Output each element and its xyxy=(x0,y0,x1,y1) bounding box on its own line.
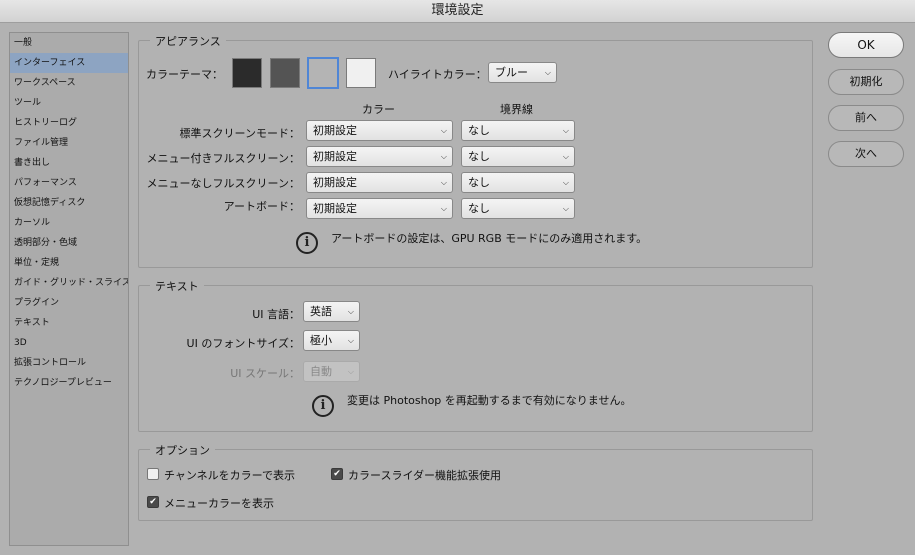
sidebar-item[interactable]: ファイル管理 xyxy=(10,133,128,153)
color-slider-label: カラースライダー機能拡張使用 xyxy=(348,469,502,482)
reset-button[interactable]: 初期化 xyxy=(828,69,904,95)
theme-swatch-medium[interactable] xyxy=(307,57,339,89)
row-label-standard-screen: 標準スクリーンモード： xyxy=(179,127,300,140)
sidebar-item[interactable]: プラグイン xyxy=(10,293,128,313)
previous-button[interactable]: 前へ xyxy=(828,105,904,131)
column-header-border: 境界線 xyxy=(500,103,533,116)
ui-font-size-label: UI のフォントサイズ： xyxy=(186,337,300,350)
channels-color-label: チャンネルをカラーで表示 xyxy=(164,469,296,482)
ui-language-label: UI 言語： xyxy=(252,308,300,321)
chevron-down-icon: ⌵ xyxy=(562,126,569,135)
ok-button[interactable]: OK xyxy=(828,32,904,58)
select-value: なし xyxy=(468,150,490,163)
sidebar-item[interactable]: ワークスペース xyxy=(10,73,128,93)
menu-color-checkbox[interactable]: ✔ xyxy=(147,496,159,508)
chevron-down-icon: ⌵ xyxy=(544,68,551,77)
color-theme-label: カラーテーマ： xyxy=(146,68,223,81)
sidebar-item[interactable]: 拡張コントロール xyxy=(10,353,128,373)
select-value: 極小 xyxy=(310,334,332,347)
sidebar-item[interactable]: 3D xyxy=(10,333,128,353)
sidebar-item[interactable]: 一般 xyxy=(10,33,128,53)
window-title: 環境設定 xyxy=(0,0,915,23)
chevron-down-icon: ⌵ xyxy=(347,307,354,316)
fullscreen-menu-border-select[interactable]: なし ⌵ xyxy=(461,146,575,167)
select-value: なし xyxy=(468,124,490,137)
ui-scale-select: 自動 ⌵ xyxy=(303,361,360,382)
chevron-down-icon: ⌵ xyxy=(347,336,354,345)
sidebar-item[interactable]: インターフェイス xyxy=(10,53,128,73)
appearance-title: アピアランス xyxy=(150,33,226,49)
select-value: なし xyxy=(468,202,490,215)
theme-swatch-darkest[interactable] xyxy=(232,58,262,88)
select-value: なし xyxy=(468,176,490,189)
channels-color-checkbox[interactable] xyxy=(147,468,159,480)
chevron-down-icon: ⌵ xyxy=(440,152,447,161)
chevron-down-icon: ⌵ xyxy=(440,126,447,135)
theme-swatch-light[interactable] xyxy=(346,58,376,88)
restart-note: 変更は Photoshop を再起動するまで有効になりません。 xyxy=(347,394,632,407)
select-value: 初期設定 xyxy=(313,202,357,215)
sidebar: 一般 インターフェイス ワークスペース ツール ヒストリーログ ファイル管理 書き出し パフォ… xyxy=(9,32,129,546)
color-slider-checkbox[interactable]: ✔ xyxy=(331,468,343,480)
sidebar-item[interactable]: パフォーマンス xyxy=(10,173,128,193)
options-title: オプション xyxy=(150,442,215,458)
ui-language-select[interactable]: 英語 ⌵ xyxy=(303,301,360,322)
ui-font-size-select[interactable]: 極小 ⌵ xyxy=(303,330,360,351)
text-section-title: テキスト xyxy=(150,278,204,294)
chevron-down-icon: ⌵ xyxy=(440,178,447,187)
sidebar-item[interactable]: 書き出し xyxy=(10,153,128,173)
ui-scale-label: UI スケール： xyxy=(230,367,300,380)
standard-screen-color-select[interactable]: 初期設定 ⌵ xyxy=(306,120,453,141)
chevron-down-icon: ⌵ xyxy=(440,204,447,213)
sidebar-item[interactable]: カーソル xyxy=(10,213,128,233)
sidebar-item[interactable]: ガイド・グリッド・スライス xyxy=(10,273,128,293)
theme-swatch-dark[interactable] xyxy=(270,58,300,88)
sidebar-item[interactable]: ヒストリーログ xyxy=(10,113,128,133)
fullscreen-color-select[interactable]: 初期設定 ⌵ xyxy=(306,172,453,193)
menu-color-label: メニューカラーを表示 xyxy=(164,497,274,510)
chevron-down-icon: ⌵ xyxy=(562,178,569,187)
fullscreen-border-select[interactable]: なし ⌵ xyxy=(461,172,575,193)
row-label-fullscreen-menu: メニュー付きフルスクリーン： xyxy=(146,152,300,165)
sidebar-item[interactable]: テキスト xyxy=(10,313,128,333)
highlight-color-value: ブルー xyxy=(495,66,528,79)
chevron-down-icon: ⌵ xyxy=(347,367,354,376)
artboard-border-select[interactable]: なし ⌵ xyxy=(461,198,575,219)
select-value: 初期設定 xyxy=(313,124,357,137)
next-button[interactable]: 次へ xyxy=(828,141,904,167)
sidebar-item[interactable]: 仮想記憶ディスク xyxy=(10,193,128,213)
sidebar-item[interactable]: 単位・定規 xyxy=(10,253,128,273)
select-value: 初期設定 xyxy=(313,176,357,189)
standard-screen-border-select[interactable]: なし ⌵ xyxy=(461,120,575,141)
row-label-artboard: アートボード： xyxy=(223,200,300,213)
column-header-color: カラー xyxy=(362,103,395,116)
fullscreen-menu-color-select[interactable]: 初期設定 ⌵ xyxy=(306,146,453,167)
artboard-note: アートボードの設定は、GPU RGB モードにのみ適用されます。 xyxy=(331,232,648,245)
chevron-down-icon: ⌵ xyxy=(562,204,569,213)
info-icon: i xyxy=(312,395,334,417)
artboard-color-select[interactable]: 初期設定 ⌵ xyxy=(306,198,453,219)
row-label-fullscreen: メニューなしフルスクリーン： xyxy=(146,177,300,190)
select-value: 英語 xyxy=(310,305,332,318)
sidebar-item[interactable]: 透明部分・色域 xyxy=(10,233,128,253)
highlight-color-label: ハイライトカラー： xyxy=(388,68,487,81)
sidebar-item[interactable]: テクノロジープレビュー xyxy=(10,373,128,393)
select-value: 初期設定 xyxy=(313,150,357,163)
highlight-color-select[interactable]: ブルー ⌵ xyxy=(488,62,557,83)
select-value: 自動 xyxy=(310,365,332,378)
info-icon: i xyxy=(296,232,318,254)
chevron-down-icon: ⌵ xyxy=(562,152,569,161)
sidebar-item[interactable]: ツール xyxy=(10,93,128,113)
